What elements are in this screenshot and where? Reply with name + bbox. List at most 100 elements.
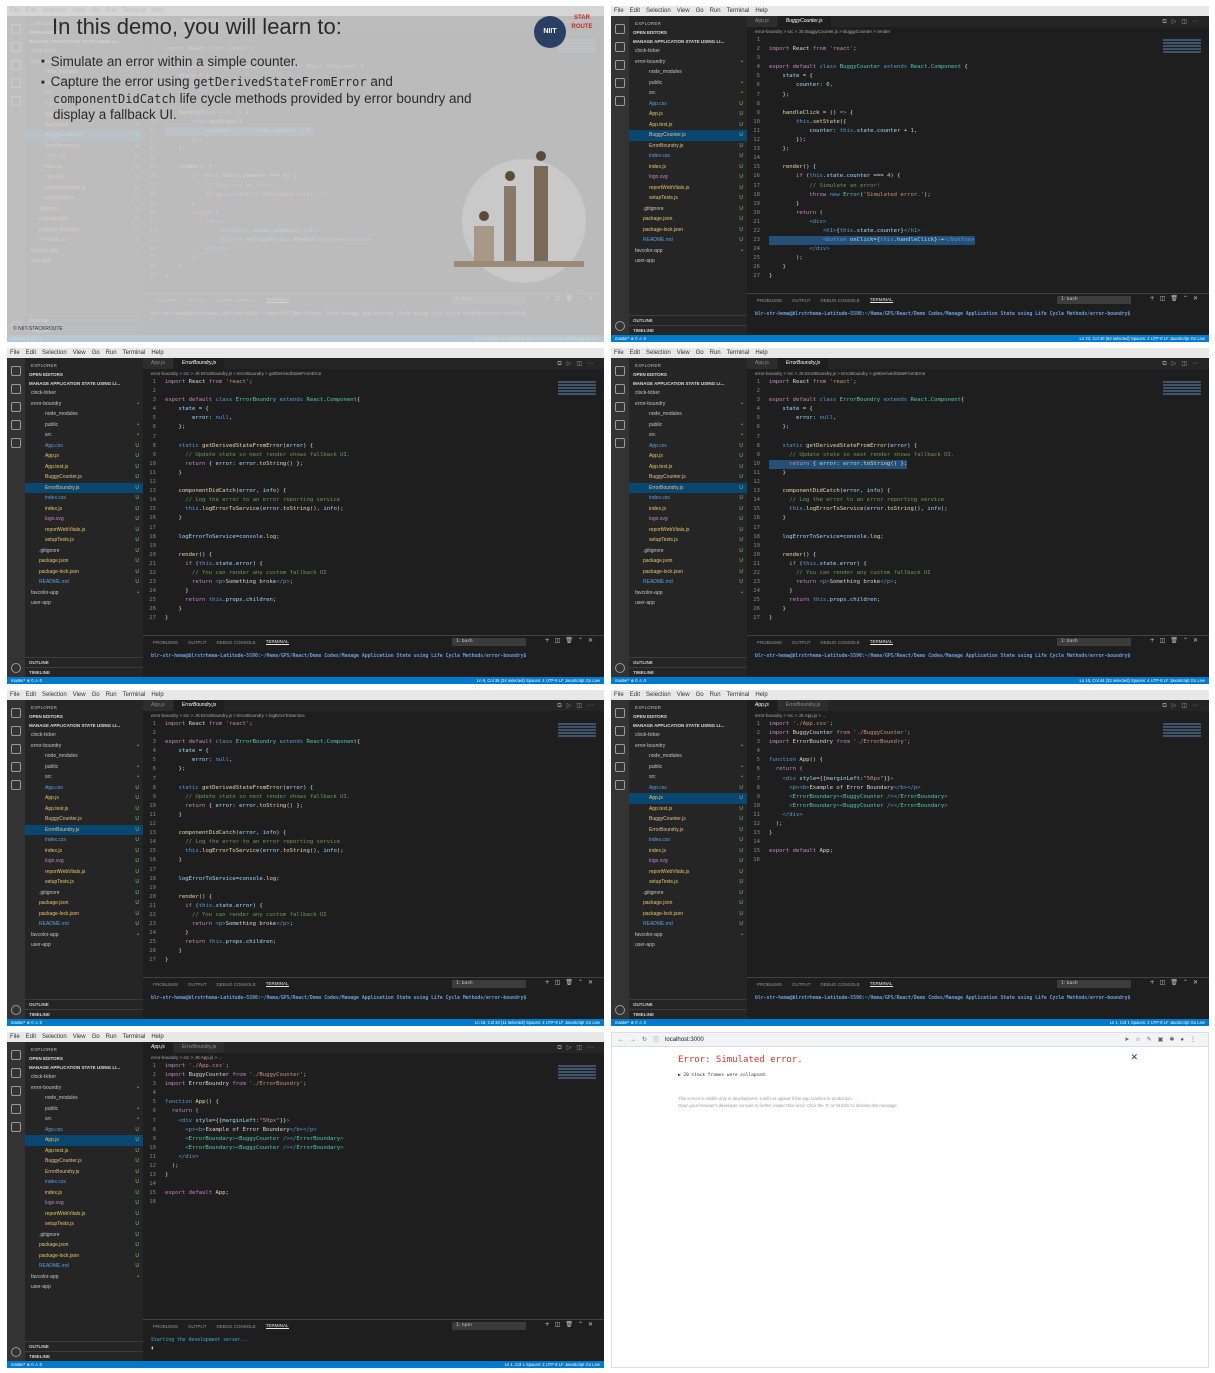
file-tree-item[interactable]: logo.svg U	[25, 856, 143, 867]
file-tree-item[interactable]: package.json U	[629, 214, 747, 225]
code-line[interactable]: 9 // Update state so next render shows f…	[747, 451, 1159, 460]
file-tree-item[interactable]: App.css U	[629, 99, 747, 110]
file-tree-item[interactable]: reportWebVitals.js U	[629, 867, 747, 878]
outline-header[interactable]: OUTLINE	[629, 315, 747, 325]
workspace-header[interactable]: MANAGE APPLICATION STATE USING LI...	[629, 379, 747, 388]
menu-item[interactable]: View	[677, 8, 690, 14]
menu-item[interactable]: File	[10, 1034, 20, 1040]
terminal-actions-icons[interactable]: +◫🗑⌃✕	[1150, 295, 1203, 302]
menu-item[interactable]: View	[73, 692, 86, 698]
panel-tab[interactable]: DEBUG CONSOLE	[217, 1324, 256, 1329]
terminal-select[interactable]: 1: bash	[1057, 638, 1131, 646]
code-line[interactable]: 23 return <p>Something broke</p>;	[143, 578, 554, 587]
files-icon[interactable]	[615, 366, 625, 376]
panel-tab[interactable]: OUTPUT	[792, 640, 811, 645]
panel-tab[interactable]: DEBUG CONSOLE	[821, 982, 860, 987]
menu-item[interactable]: Selection	[42, 350, 67, 356]
code-line[interactable]: 1 import './App.css';	[747, 720, 1159, 729]
editor-actions-icons[interactable]: ⧉▷◫⋯	[1162, 18, 1203, 26]
file-tree-item[interactable]: index.js U	[25, 1188, 143, 1199]
panel-tab[interactable]: DEBUG CONSOLE	[821, 298, 860, 303]
menu-item[interactable]: Help	[755, 8, 767, 14]
code-line[interactable]: 22 // You can render any custom fallback…	[143, 911, 554, 920]
editor-tab[interactable]: BuggyCounter.js	[777, 16, 832, 27]
files-icon[interactable]	[11, 366, 21, 376]
source-control-icon[interactable]	[615, 60, 625, 70]
file-tree-item[interactable]: reportWebVitals.js U	[629, 183, 747, 194]
file-tree-item[interactable]: index.css U	[25, 1177, 143, 1188]
terminal-output[interactable]: blr-str-hema@blrstrhema-Latitude-5590:~/…	[747, 990, 1209, 1008]
code-line[interactable]: 9 <ErrorBoundary><BuggyCounter /></Error…	[143, 1135, 554, 1144]
panel-tab[interactable]: TERMINAL	[869, 297, 893, 303]
menu-item[interactable]: Go	[92, 692, 100, 698]
file-tree-item[interactable]: node_modules	[25, 1093, 143, 1104]
file-tree-item[interactable]: setupTests.js U	[629, 193, 747, 204]
file-tree-item[interactable]: App.js U	[25, 1135, 143, 1146]
code-line[interactable]: 19	[747, 542, 1159, 551]
code-line[interactable]: 3 export default class ErrorBoundry exten…	[143, 396, 554, 405]
code-editor[interactable]: 1 import React from 'react'; 2 3 export defa…	[747, 378, 1159, 628]
code-line[interactable]: 24 }	[143, 587, 554, 596]
file-tree-item[interactable]: App.test.js U	[25, 462, 143, 473]
open-editors-header[interactable]: OPEN EDITORS	[25, 370, 143, 379]
code-line[interactable]: 4	[143, 1089, 554, 1098]
file-tree-item[interactable]: reportWebVitals.js U	[25, 867, 143, 878]
timeline-header[interactable]: TIMELINE	[25, 1351, 143, 1361]
workspace-header[interactable]: MANAGE APPLICATION STATE USING LI...	[25, 721, 143, 730]
code-line[interactable]: 13 };	[747, 145, 1159, 154]
menu-item[interactable]: Run	[106, 692, 117, 698]
editor-actions-icons[interactable]: ⧉▷◫⋯	[557, 1044, 598, 1052]
source-control-icon[interactable]	[615, 744, 625, 754]
editor-tab[interactable]: App.js	[747, 358, 778, 369]
code-line[interactable]: 21 if (this.state.error) {	[143, 902, 554, 911]
workspace-header[interactable]: MANAGE APPLICATION STATE USING LI...	[629, 37, 747, 46]
file-tree-item[interactable]: public •	[25, 762, 143, 773]
file-tree-item[interactable]: error-boundry •	[25, 399, 143, 410]
file-tree-item[interactable]: package-lock.json U	[25, 567, 143, 578]
files-icon[interactable]	[615, 708, 625, 718]
code-editor[interactable]: 1 import React from 'react'; 2 3 export defa…	[143, 378, 554, 628]
code-line[interactable]: 5 state = {	[747, 72, 1159, 81]
menu-item[interactable]: Edit	[26, 692, 36, 698]
code-line[interactable]: 14	[747, 154, 1159, 163]
code-line[interactable]: 18 logErrorToService=console.log;	[143, 875, 554, 884]
status-left[interactable]: master* ⊗ 0 ⚠ 0	[615, 677, 646, 684]
menu-item[interactable]: Edit	[26, 1034, 36, 1040]
code-line[interactable]: 8 static getDerivedStateFromError(error)…	[747, 442, 1159, 451]
menu-item[interactable]: Edit	[26, 350, 36, 356]
code-line[interactable]: 22 // You can render any custom fallback…	[747, 569, 1159, 578]
search-icon[interactable]	[11, 384, 21, 394]
code-line[interactable]: 14 // Log the error to an error reportin…	[143, 496, 554, 505]
file-tree-item[interactable]: user-app	[25, 1282, 143, 1293]
editor-tab[interactable]: ErrorBoundry.js	[777, 700, 830, 711]
open-editors-header[interactable]: OPEN EDITORS	[629, 712, 747, 721]
editor-tab[interactable]: ErrorBoundry.js	[777, 358, 830, 369]
file-tree-item[interactable]: package.json U	[629, 898, 747, 909]
file-tree-item[interactable]: index.css U	[629, 493, 747, 504]
timeline-header[interactable]: TIMELINE	[25, 667, 143, 677]
file-tree-item[interactable]: BuggyCounter.js U	[629, 130, 747, 141]
run-debug-icon[interactable]	[615, 420, 625, 430]
browser-extension-icons[interactable]: ➤☆✎▣✱●⋮	[1124, 1036, 1202, 1043]
code-line[interactable]: 1 import './App.css';	[143, 1062, 554, 1071]
code-line[interactable]: 11 }	[747, 469, 1159, 478]
code-line[interactable]: 11 }	[143, 469, 554, 478]
code-line[interactable]: 7	[143, 775, 554, 784]
code-line[interactable]: 19	[143, 542, 554, 551]
outline-header[interactable]: OUTLINE	[25, 657, 143, 667]
code-line[interactable]: 4 state = {	[143, 747, 554, 756]
source-control-icon[interactable]	[11, 402, 21, 412]
file-tree-item[interactable]: public •	[629, 762, 747, 773]
code-line[interactable]: 19	[143, 884, 554, 893]
menu-item[interactable]: Terminal	[727, 350, 750, 356]
panel-tab[interactable]: DEBUG CONSOLE	[217, 982, 256, 987]
code-line[interactable]: 21 <div>	[747, 218, 1159, 227]
file-tree-item[interactable]: App.test.js U	[629, 804, 747, 815]
search-icon[interactable]	[615, 42, 625, 52]
code-line[interactable]: 12	[747, 478, 1159, 487]
file-tree-item[interactable]: clock-ticker	[629, 388, 747, 399]
file-tree-item[interactable]: index.css U	[25, 493, 143, 504]
menu-item[interactable]: Go	[696, 350, 704, 356]
menu-item[interactable]: Run	[710, 8, 721, 14]
editor-tab[interactable]: App.js	[747, 700, 778, 711]
